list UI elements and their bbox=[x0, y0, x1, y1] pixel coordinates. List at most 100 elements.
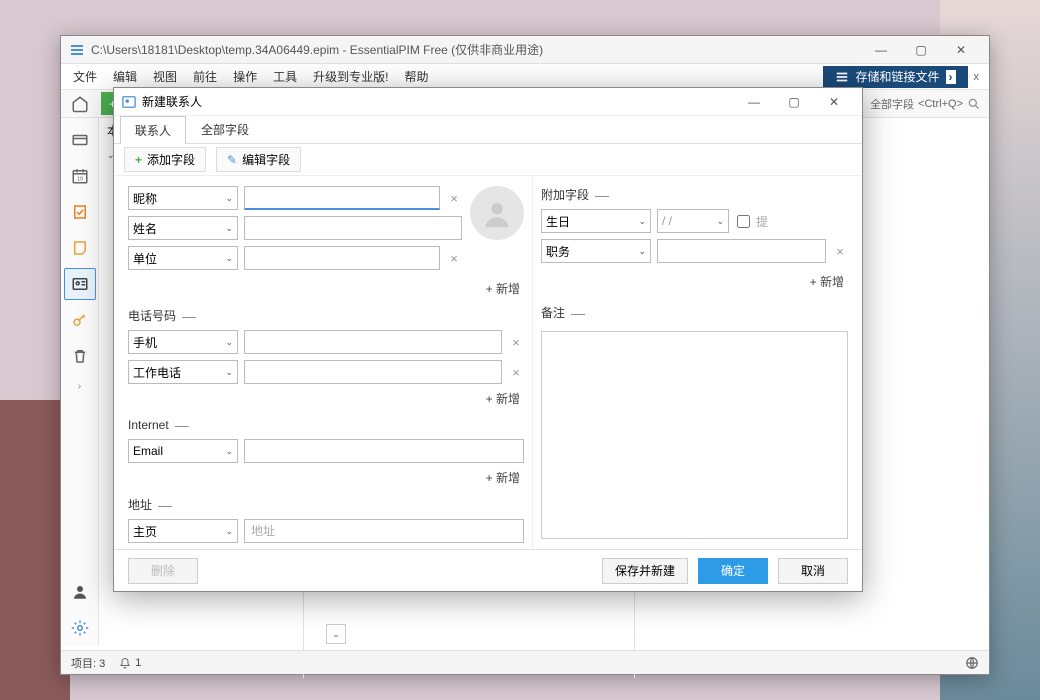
promo-banner[interactable]: 存储和链接文件 › bbox=[823, 66, 967, 88]
plus-icon: + bbox=[135, 153, 142, 167]
sidebar-item-contacts-card[interactable] bbox=[64, 124, 96, 156]
position-input[interactable] bbox=[657, 239, 826, 263]
person-icon bbox=[71, 583, 89, 601]
search-scope[interactable]: 全部字段 bbox=[870, 96, 914, 112]
dialog-left-panel: 昵称⌄ × 姓名⌄ 单位⌄ × 新增 电 bbox=[114, 176, 532, 549]
check-icon bbox=[71, 203, 89, 221]
search-shortcut: <Ctrl+Q> bbox=[918, 98, 963, 110]
status-globe[interactable] bbox=[965, 656, 979, 670]
company-combo[interactable]: 单位⌄ bbox=[128, 246, 238, 270]
tab-all-fields[interactable]: 全部字段 bbox=[186, 115, 264, 143]
birthday-date-input[interactable]: / /⌄ bbox=[657, 209, 729, 233]
nickname-combo[interactable]: 昵称⌄ bbox=[128, 186, 238, 210]
sidebar-item-settings[interactable] bbox=[64, 612, 96, 644]
key-icon bbox=[71, 311, 89, 329]
chevron-down-icon: ⌄ bbox=[638, 246, 646, 257]
dialog-minimize-button[interactable]: — bbox=[734, 88, 774, 116]
maximize-button[interactable]: ▢ bbox=[901, 36, 941, 64]
dialog-tabs: 联系人 全部字段 bbox=[114, 116, 862, 144]
dialog-close-button[interactable]: ✕ bbox=[814, 88, 854, 116]
chevron-down-icon: ⌄ bbox=[225, 253, 233, 264]
sidebar: 19 › bbox=[61, 118, 99, 646]
add-extra-field[interactable]: 新增 bbox=[541, 273, 844, 290]
phone-section-label: 电话号码— bbox=[128, 307, 524, 324]
search-area: 全部字段 <Ctrl+Q> bbox=[870, 96, 989, 112]
email-combo[interactable]: Email⌄ bbox=[128, 439, 238, 463]
menu-file[interactable]: 文件 bbox=[65, 64, 105, 89]
home-combo[interactable]: 主页⌄ bbox=[128, 519, 238, 543]
close-button[interactable]: ✕ bbox=[941, 36, 981, 64]
position-combo[interactable]: 职务⌄ bbox=[541, 239, 651, 263]
minimize-button[interactable]: — bbox=[861, 36, 901, 64]
tab-contact[interactable]: 联系人 bbox=[120, 116, 186, 144]
remind-checkbox[interactable] bbox=[737, 215, 750, 228]
menu-go[interactable]: 前往 bbox=[185, 64, 225, 89]
gear-icon bbox=[71, 619, 89, 637]
sidebar-item-contacts[interactable] bbox=[64, 268, 96, 300]
mobile-combo[interactable]: 手机⌄ bbox=[128, 330, 238, 354]
sidebar-expand[interactable]: › bbox=[64, 376, 96, 396]
chevron-down-icon: ⌄ bbox=[225, 446, 233, 457]
menu-upgrade[interactable]: 升级到专业版! bbox=[305, 64, 396, 89]
menu-help[interactable]: 帮助 bbox=[396, 64, 436, 89]
dialog-footer: 删除 保存并新建 确定 取消 bbox=[114, 549, 862, 591]
mobile-input[interactable] bbox=[244, 330, 502, 354]
cancel-button[interactable]: 取消 bbox=[778, 558, 848, 584]
clear-button[interactable]: × bbox=[508, 334, 524, 350]
name-combo[interactable]: 姓名⌄ bbox=[128, 216, 238, 240]
add-field-button[interactable]: +添加字段 bbox=[124, 147, 206, 172]
sidebar-item-trash[interactable] bbox=[64, 340, 96, 372]
extra-section-label: 附加字段— bbox=[541, 186, 848, 203]
svg-text:19: 19 bbox=[77, 177, 83, 183]
chevron-right-icon: › bbox=[946, 70, 956, 84]
avatar[interactable] bbox=[470, 186, 524, 240]
chevron-down-icon: ⌄ bbox=[225, 193, 233, 204]
menu-edit[interactable]: 编辑 bbox=[105, 64, 145, 89]
nickname-input[interactable] bbox=[244, 186, 440, 210]
edit-field-button[interactable]: ✎编辑字段 bbox=[216, 147, 301, 172]
chevron-down-icon: ⌄ bbox=[638, 216, 646, 227]
name-input[interactable] bbox=[244, 216, 462, 240]
workphone-input[interactable] bbox=[244, 360, 502, 384]
clear-button[interactable]: × bbox=[446, 190, 462, 206]
add-phone-field[interactable]: 新增 bbox=[128, 390, 520, 407]
sidebar-item-notes[interactable] bbox=[64, 232, 96, 264]
add-internet-field[interactable]: 新增 bbox=[128, 469, 520, 486]
clear-button[interactable]: × bbox=[508, 364, 524, 380]
person-icon bbox=[480, 196, 514, 230]
chevron-down-icon: ⌄ bbox=[225, 223, 233, 234]
workphone-combo[interactable]: 工作电话⌄ bbox=[128, 360, 238, 384]
sidebar-item-calendar[interactable]: 19 bbox=[64, 160, 96, 192]
sidebar-item-passwords[interactable] bbox=[64, 304, 96, 336]
globe-icon bbox=[965, 656, 979, 670]
pencil-icon: ✎ bbox=[227, 153, 237, 167]
ok-button[interactable]: 确定 bbox=[698, 558, 768, 584]
clear-button[interactable]: × bbox=[446, 250, 462, 266]
menu-view[interactable]: 视图 bbox=[145, 64, 185, 89]
sidebar-item-user[interactable] bbox=[64, 576, 96, 608]
menu-tools[interactable]: 工具 bbox=[265, 64, 305, 89]
clear-button[interactable]: × bbox=[832, 243, 848, 259]
address-input[interactable] bbox=[244, 519, 524, 543]
save-and-new-button[interactable]: 保存并新建 bbox=[602, 558, 688, 584]
company-input[interactable] bbox=[244, 246, 440, 270]
sidebar-item-tasks[interactable] bbox=[64, 196, 96, 228]
dialog-maximize-button[interactable]: ▢ bbox=[774, 88, 814, 116]
email-input[interactable] bbox=[244, 439, 524, 463]
search-icon[interactable] bbox=[967, 97, 981, 111]
add-name-field[interactable]: 新增 bbox=[128, 280, 520, 297]
card-icon bbox=[71, 131, 89, 149]
home-icon bbox=[71, 95, 89, 113]
chevron-right-icon: › bbox=[78, 381, 81, 392]
menu-actions[interactable]: 操作 bbox=[225, 64, 265, 89]
dialog-right-panel: 附加字段— 生日⌄ / /⌄ 提 职务⌄ × 新增 备注— bbox=[532, 176, 862, 549]
status-bell[interactable]: 1 bbox=[119, 657, 141, 669]
birthday-combo[interactable]: 生日⌄ bbox=[541, 209, 651, 233]
chevron-down-icon: ⌄ bbox=[225, 526, 233, 537]
notes-textarea[interactable] bbox=[541, 331, 848, 539]
trash-icon bbox=[71, 347, 89, 365]
chevron-down-icon: ⌄ bbox=[225, 367, 233, 378]
promo-close-button[interactable]: x bbox=[968, 71, 986, 83]
list-dropdown[interactable]: ⌄ bbox=[326, 624, 346, 644]
sidebar-item-home[interactable] bbox=[64, 92, 96, 116]
